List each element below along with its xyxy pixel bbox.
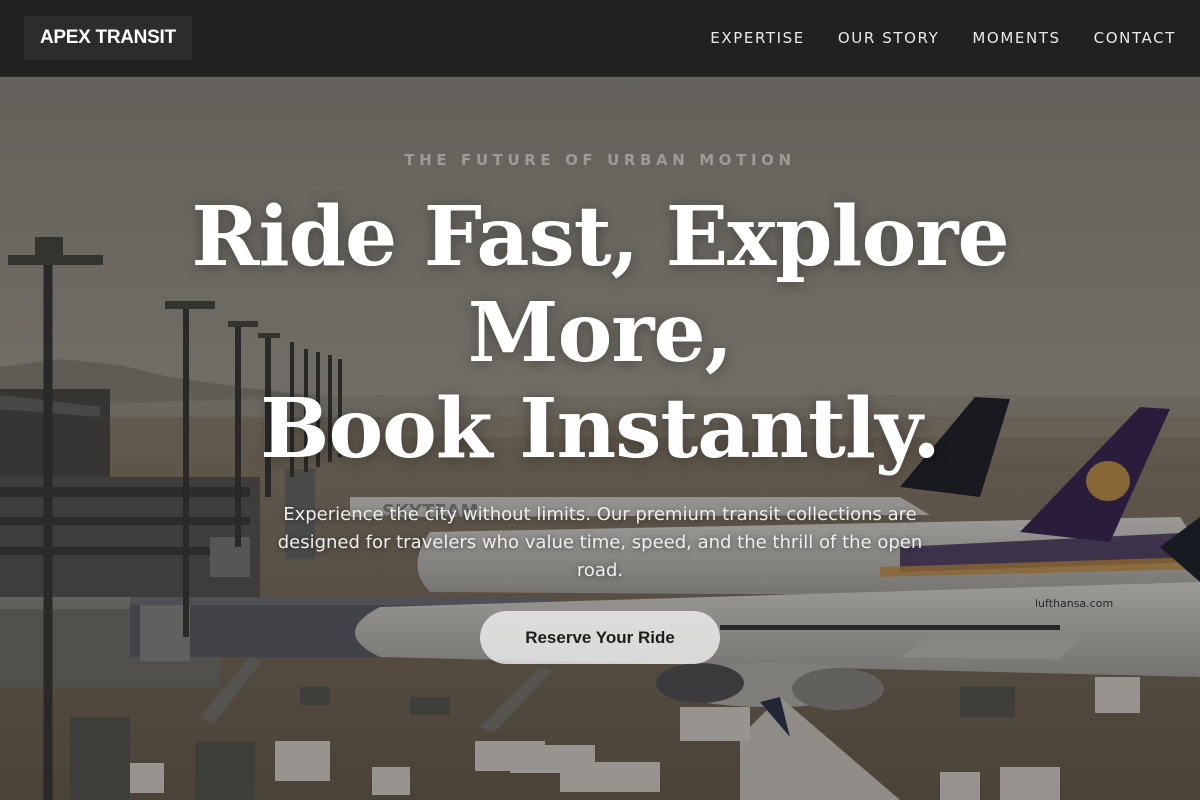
headline-line-1: Ride Fast, Explore <box>191 189 1009 285</box>
brand-logo[interactable]: APEX TRANSIT <box>24 16 192 60</box>
headline-line-2: More, <box>467 285 733 381</box>
nav-link-expertise[interactable]: EXPERTISE <box>710 29 805 47</box>
hero-description: Experience the city without limits. Our … <box>277 504 923 581</box>
main-nav: EXPERTISE OUR STORY MOMENTS CONTACT <box>710 29 1176 47</box>
reserve-ride-button[interactable]: Reserve Your Ride <box>480 611 720 664</box>
hero-eyebrow: THE FUTURE OF URBAN MOTION <box>404 151 796 169</box>
site-header: APEX TRANSIT EXPERTISE OUR STORY MOMENTS… <box>0 0 1200 77</box>
nav-link-moments[interactable]: MOMENTS <box>972 29 1060 47</box>
nav-link-our-story[interactable]: OUR STORY <box>838 29 940 47</box>
nav-link-contact[interactable]: CONTACT <box>1094 29 1176 47</box>
hero-headline: Ride Fast, Explore More, Book Instantly. <box>100 189 1100 477</box>
hero-section: SKYTEAM lufthansa.com THE FUTURE OF URBA… <box>0 77 1200 800</box>
headline-line-3: Book Instantly. <box>260 381 941 477</box>
